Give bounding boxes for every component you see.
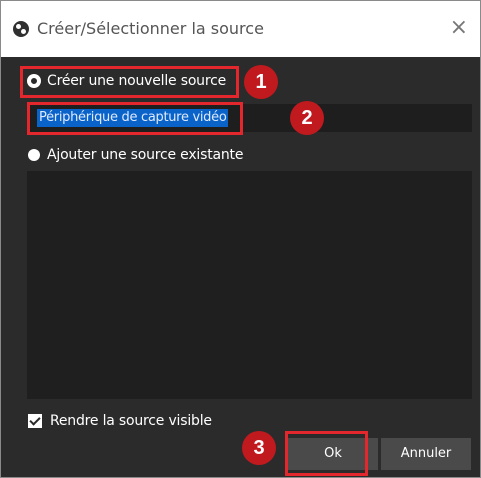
make-source-visible-label: Rendre la source visible (50, 413, 212, 429)
close-icon[interactable]: × (450, 15, 468, 41)
add-existing-label: Ajouter une source existante (47, 147, 244, 163)
highlight-box-step3 (285, 431, 368, 476)
cancel-button[interactable]: Annuler (381, 438, 471, 470)
checkbox-checked-icon[interactable] (28, 414, 42, 428)
step-badge-1: 1 (244, 65, 278, 99)
step-badge-2: 2 (290, 101, 324, 135)
dialog-window: Créer/Sélectionner la source × Créer une… (0, 0, 481, 478)
highlight-box-step1 (20, 66, 239, 98)
highlight-box-step2 (27, 102, 243, 135)
existing-sources-list[interactable] (27, 171, 472, 399)
add-existing-source-option[interactable]: Ajouter une source existante (28, 147, 243, 163)
window-title: Créer/Sélectionner la source (37, 19, 264, 38)
obs-logo-icon (13, 21, 29, 37)
dialog-content: Créer une nouvelle source 1 Périphérique… (1, 57, 480, 477)
make-source-visible-option[interactable]: Rendre la source visible (28, 413, 212, 429)
add-existing-radio-icon[interactable] (28, 149, 40, 161)
title-bar: Créer/Sélectionner la source × (1, 1, 480, 57)
step-badge-3: 3 (242, 431, 276, 465)
